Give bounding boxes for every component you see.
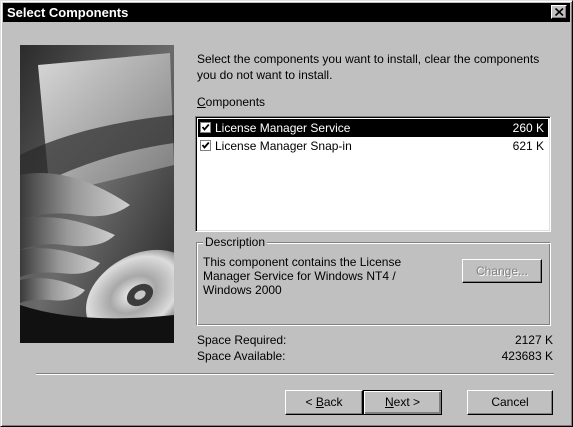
change-button[interactable]: Change... bbox=[462, 259, 542, 283]
space-required-value: 2127 K bbox=[514, 333, 553, 347]
list-item[interactable]: License Manager Snap-in 621 K bbox=[198, 137, 548, 155]
next-rest: ext > bbox=[393, 395, 421, 409]
description-legend: Description bbox=[203, 235, 268, 249]
item-name: License Manager Service bbox=[215, 121, 351, 135]
window-title: Select Components bbox=[7, 5, 129, 20]
cancel-button[interactable]: Cancel bbox=[467, 390, 553, 415]
back-accel: B bbox=[315, 395, 324, 409]
checkmark-icon bbox=[201, 123, 210, 131]
close-icon bbox=[555, 8, 564, 16]
separator bbox=[36, 373, 554, 375]
space-available-value: 423683 K bbox=[501, 349, 553, 363]
components-label-accel: C bbox=[197, 95, 206, 109]
back-button[interactable]: < Back bbox=[285, 390, 363, 415]
space-required-label: Space Required: bbox=[197, 333, 287, 347]
close-button[interactable] bbox=[551, 5, 567, 19]
next-button[interactable]: Next > bbox=[363, 390, 442, 415]
setup-dialog: Select Components Select the components … bbox=[0, 0, 573, 427]
checkmark-icon bbox=[201, 141, 210, 149]
description-text: This component contains the License Mana… bbox=[203, 255, 402, 297]
back-rest: ack bbox=[323, 395, 343, 409]
next-accel: N bbox=[384, 395, 394, 409]
item-name: License Manager Snap-in bbox=[215, 139, 352, 153]
description-group: Description This component contains the … bbox=[196, 235, 551, 326]
list-item[interactable]: License Manager Service 260 K bbox=[198, 119, 548, 137]
components-label: Components bbox=[197, 95, 265, 109]
checkbox[interactable] bbox=[200, 122, 211, 133]
components-label-rest: omponents bbox=[205, 95, 266, 109]
title-bar[interactable]: Select Components bbox=[3, 3, 570, 22]
back-prefix: < bbox=[305, 395, 316, 409]
space-required-row: Space Required: 2127 K bbox=[197, 332, 553, 348]
components-list[interactable]: License Manager Service 260 K License Ma… bbox=[195, 116, 551, 232]
item-size: 621 K bbox=[512, 139, 544, 153]
intro-text: Select the components you want to instal… bbox=[197, 52, 540, 82]
checkbox[interactable] bbox=[200, 140, 211, 151]
wizard-artwork bbox=[20, 45, 174, 343]
item-size: 260 K bbox=[512, 121, 544, 135]
space-available-label: Space Available: bbox=[197, 349, 286, 363]
space-available-row: Space Available: 423683 K bbox=[197, 348, 553, 364]
cd-hand-image bbox=[20, 45, 174, 343]
